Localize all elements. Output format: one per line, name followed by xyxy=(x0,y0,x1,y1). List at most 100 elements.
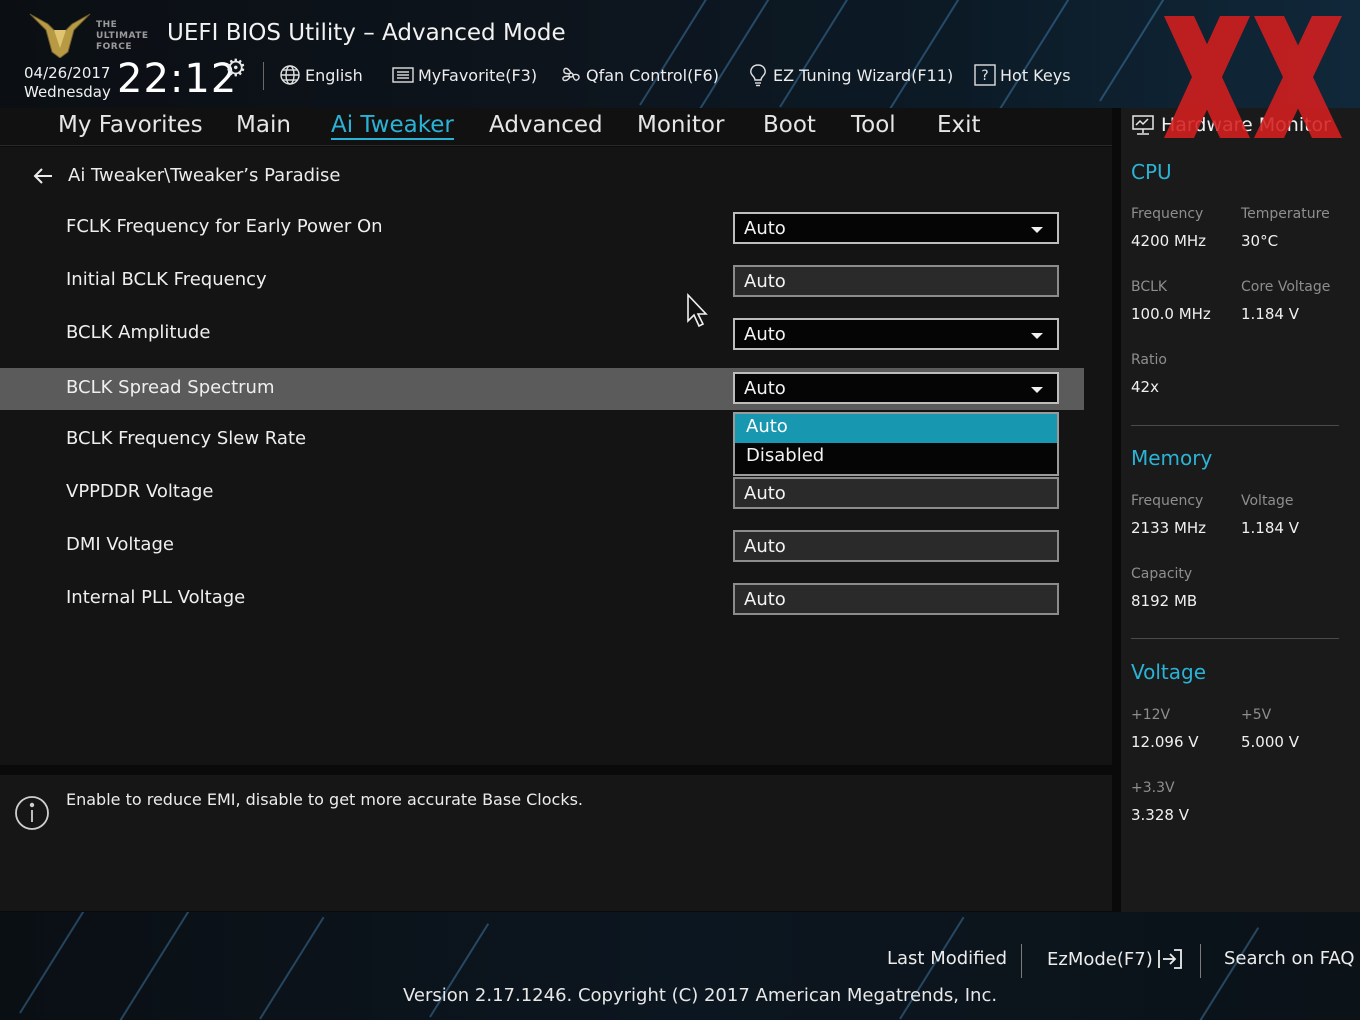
v12-value: 12.096 V xyxy=(1131,733,1199,751)
globe-icon xyxy=(278,64,302,86)
capacity-label: Capacity xyxy=(1131,566,1193,582)
cpu-temperature-label: Temperature xyxy=(1241,206,1330,222)
decorative-streak xyxy=(639,0,737,106)
tab-tool[interactable]: Tool xyxy=(851,112,896,138)
fclk-early-power-on-select[interactable]: Auto xyxy=(733,212,1059,244)
option-disabled[interactable]: Disabled xyxy=(735,443,1057,472)
decorative-streak xyxy=(1199,927,1260,1020)
hardware-monitor: Hardware Monitor CPU Frequency Temperatu… xyxy=(1121,108,1360,912)
help-description: Enable to reduce EMI, disable to get mor… xyxy=(66,790,584,809)
v33-value: 3.328 V xyxy=(1131,806,1189,824)
question-icon: ? xyxy=(973,64,997,86)
v12-label: +12V xyxy=(1131,707,1171,723)
core-voltage-value: 1.184 V xyxy=(1241,305,1299,323)
vppddr-voltage-input[interactable]: Auto xyxy=(733,477,1059,509)
bclk-amplitude-select[interactable]: Auto xyxy=(733,318,1059,350)
search-faq-button[interactable]: Search on FAQ xyxy=(1224,948,1355,969)
last-modified-button[interactable]: Last Modified xyxy=(887,948,1007,969)
tab-ai-tweaker[interactable]: Ai Tweaker xyxy=(331,112,454,140)
memory-voltage-label: Voltage xyxy=(1241,493,1294,509)
decorative-streak xyxy=(19,912,96,1014)
initial-bclk-frequency-input[interactable]: Auto xyxy=(733,265,1059,297)
settings-panel: Ai Tweaker\Tweaker’s Paradise FCLK Frequ… xyxy=(0,147,1112,765)
decorative-streak xyxy=(259,916,325,1020)
ratio-value: 42x xyxy=(1131,378,1159,396)
ez-tuning-wizard-label: EZ Tuning Wizard(F11) xyxy=(773,65,954,85)
ez-tuning-wizard-button[interactable]: EZ Tuning Wizard(F11) xyxy=(746,62,953,88)
v5-value: 5.000 V xyxy=(1241,733,1299,751)
setting-row[interactable]: FCLK Frequency for Early Power On Auto xyxy=(0,207,1084,249)
setting-row[interactable]: DMI Voltage Auto xyxy=(0,525,1084,567)
tab-monitor[interactable]: Monitor xyxy=(637,112,724,138)
footer-bar: Last Modified EzMode(F7) Search on FAQ V… xyxy=(0,912,1360,1020)
core-voltage-label: Core Voltage xyxy=(1241,279,1331,295)
main-nav: My Favorites Main Ai Tweaker Advanced Mo… xyxy=(0,108,1112,146)
breadcrumb-path: Ai Tweaker\Tweaker’s Paradise xyxy=(68,165,341,186)
hot-keys-label: Hot Keys xyxy=(1000,65,1071,85)
myfavorite-label: MyFavorite(F3) xyxy=(418,65,538,85)
date-display: 04/26/2017 Wednesday xyxy=(24,64,111,102)
input-value: Auto xyxy=(744,589,786,610)
dropdown-caret-icon xyxy=(1031,387,1043,393)
exit-arrow-icon xyxy=(1156,948,1184,970)
bclk-spread-spectrum-select[interactable]: Auto xyxy=(733,372,1059,404)
ratio-label: Ratio xyxy=(1131,352,1167,368)
back-arrow-icon[interactable] xyxy=(32,167,54,184)
select-value: Auto xyxy=(744,378,786,399)
setting-row[interactable]: Internal PLL Voltage Auto xyxy=(0,578,1084,620)
cpu-frequency-label: Frequency xyxy=(1131,206,1204,222)
setting-row[interactable]: VPPDDR Voltage Auto xyxy=(0,472,1084,514)
tab-boot[interactable]: Boot xyxy=(763,112,816,138)
v33-label: +3.3V xyxy=(1131,780,1175,796)
setting-label: BCLK Amplitude xyxy=(66,322,211,343)
qfan-control-button[interactable]: Qfan Control(F6) xyxy=(559,62,719,88)
favorite-list-icon xyxy=(391,64,415,86)
header-bar: THE ULTIMATE FORCE UEFI BIOS Utility – A… xyxy=(0,0,1360,108)
decorative-streak xyxy=(999,0,1097,108)
mouse-pointer-icon xyxy=(687,293,708,328)
language-label: English xyxy=(305,65,363,85)
svg-text:?: ? xyxy=(981,68,988,84)
internal-pll-voltage-input[interactable]: Auto xyxy=(733,583,1059,615)
version-text: Version 2.17.1246. Copyright (C) 2017 Am… xyxy=(403,985,998,1006)
setting-row-selected[interactable]: BCLK Spread Spectrum Auto xyxy=(0,368,1084,410)
select-value: Auto xyxy=(744,218,786,239)
cpu-frequency-value: 4200 MHz xyxy=(1131,232,1207,250)
language-button[interactable]: English xyxy=(278,62,363,88)
bclk-label: BCLK xyxy=(1131,279,1168,295)
tab-main[interactable]: Main xyxy=(236,112,291,138)
setting-row[interactable]: BCLK Amplitude Auto xyxy=(0,313,1084,355)
decorative-streak xyxy=(889,0,1008,108)
setting-label: BCLK Frequency Slew Rate xyxy=(66,428,307,449)
lightbulb-icon xyxy=(746,64,770,87)
gear-icon[interactable]: ⚙ xyxy=(225,54,247,82)
dmi-voltage-input[interactable]: Auto xyxy=(733,530,1059,562)
v5-label: +5V xyxy=(1241,707,1272,723)
spread-spectrum-options: Auto Disabled xyxy=(733,412,1059,476)
tab-my-favorites[interactable]: My Favorites xyxy=(58,112,203,138)
option-auto[interactable]: Auto xyxy=(735,414,1057,443)
ezmode-label: EzMode(F7) xyxy=(1047,948,1153,970)
qfan-control-label: Qfan Control(F6) xyxy=(586,65,719,85)
header-divider xyxy=(263,62,264,90)
footer-divider xyxy=(1200,944,1201,978)
ezmode-button[interactable]: EzMode(F7) xyxy=(1047,948,1184,970)
decorative-streak xyxy=(1099,0,1207,102)
monitor-icon xyxy=(1131,114,1155,136)
decorative-streak xyxy=(779,0,866,108)
memory-voltage-value: 1.184 V xyxy=(1241,519,1299,537)
tab-advanced[interactable]: Advanced xyxy=(489,112,603,138)
hardware-monitor-label: Hardware Monitor xyxy=(1161,114,1331,136)
footer-divider xyxy=(1021,944,1022,978)
clock-display: 22:12 xyxy=(117,56,238,102)
myfavorite-button[interactable]: MyFavorite(F3) xyxy=(391,62,537,88)
hardware-monitor-title: Hardware Monitor xyxy=(1131,114,1331,136)
hot-keys-button[interactable]: ? Hot Keys xyxy=(973,62,1071,88)
setting-label: FCLK Frequency for Early Power On xyxy=(66,216,383,237)
tab-exit[interactable]: Exit xyxy=(937,112,981,138)
capacity-value: 8192 MB xyxy=(1131,592,1198,610)
section-divider xyxy=(1131,638,1339,639)
setting-row[interactable]: Initial BCLK Frequency Auto xyxy=(0,260,1084,302)
dropdown-caret-icon xyxy=(1031,333,1043,339)
memory-frequency-label: Frequency xyxy=(1131,493,1204,509)
